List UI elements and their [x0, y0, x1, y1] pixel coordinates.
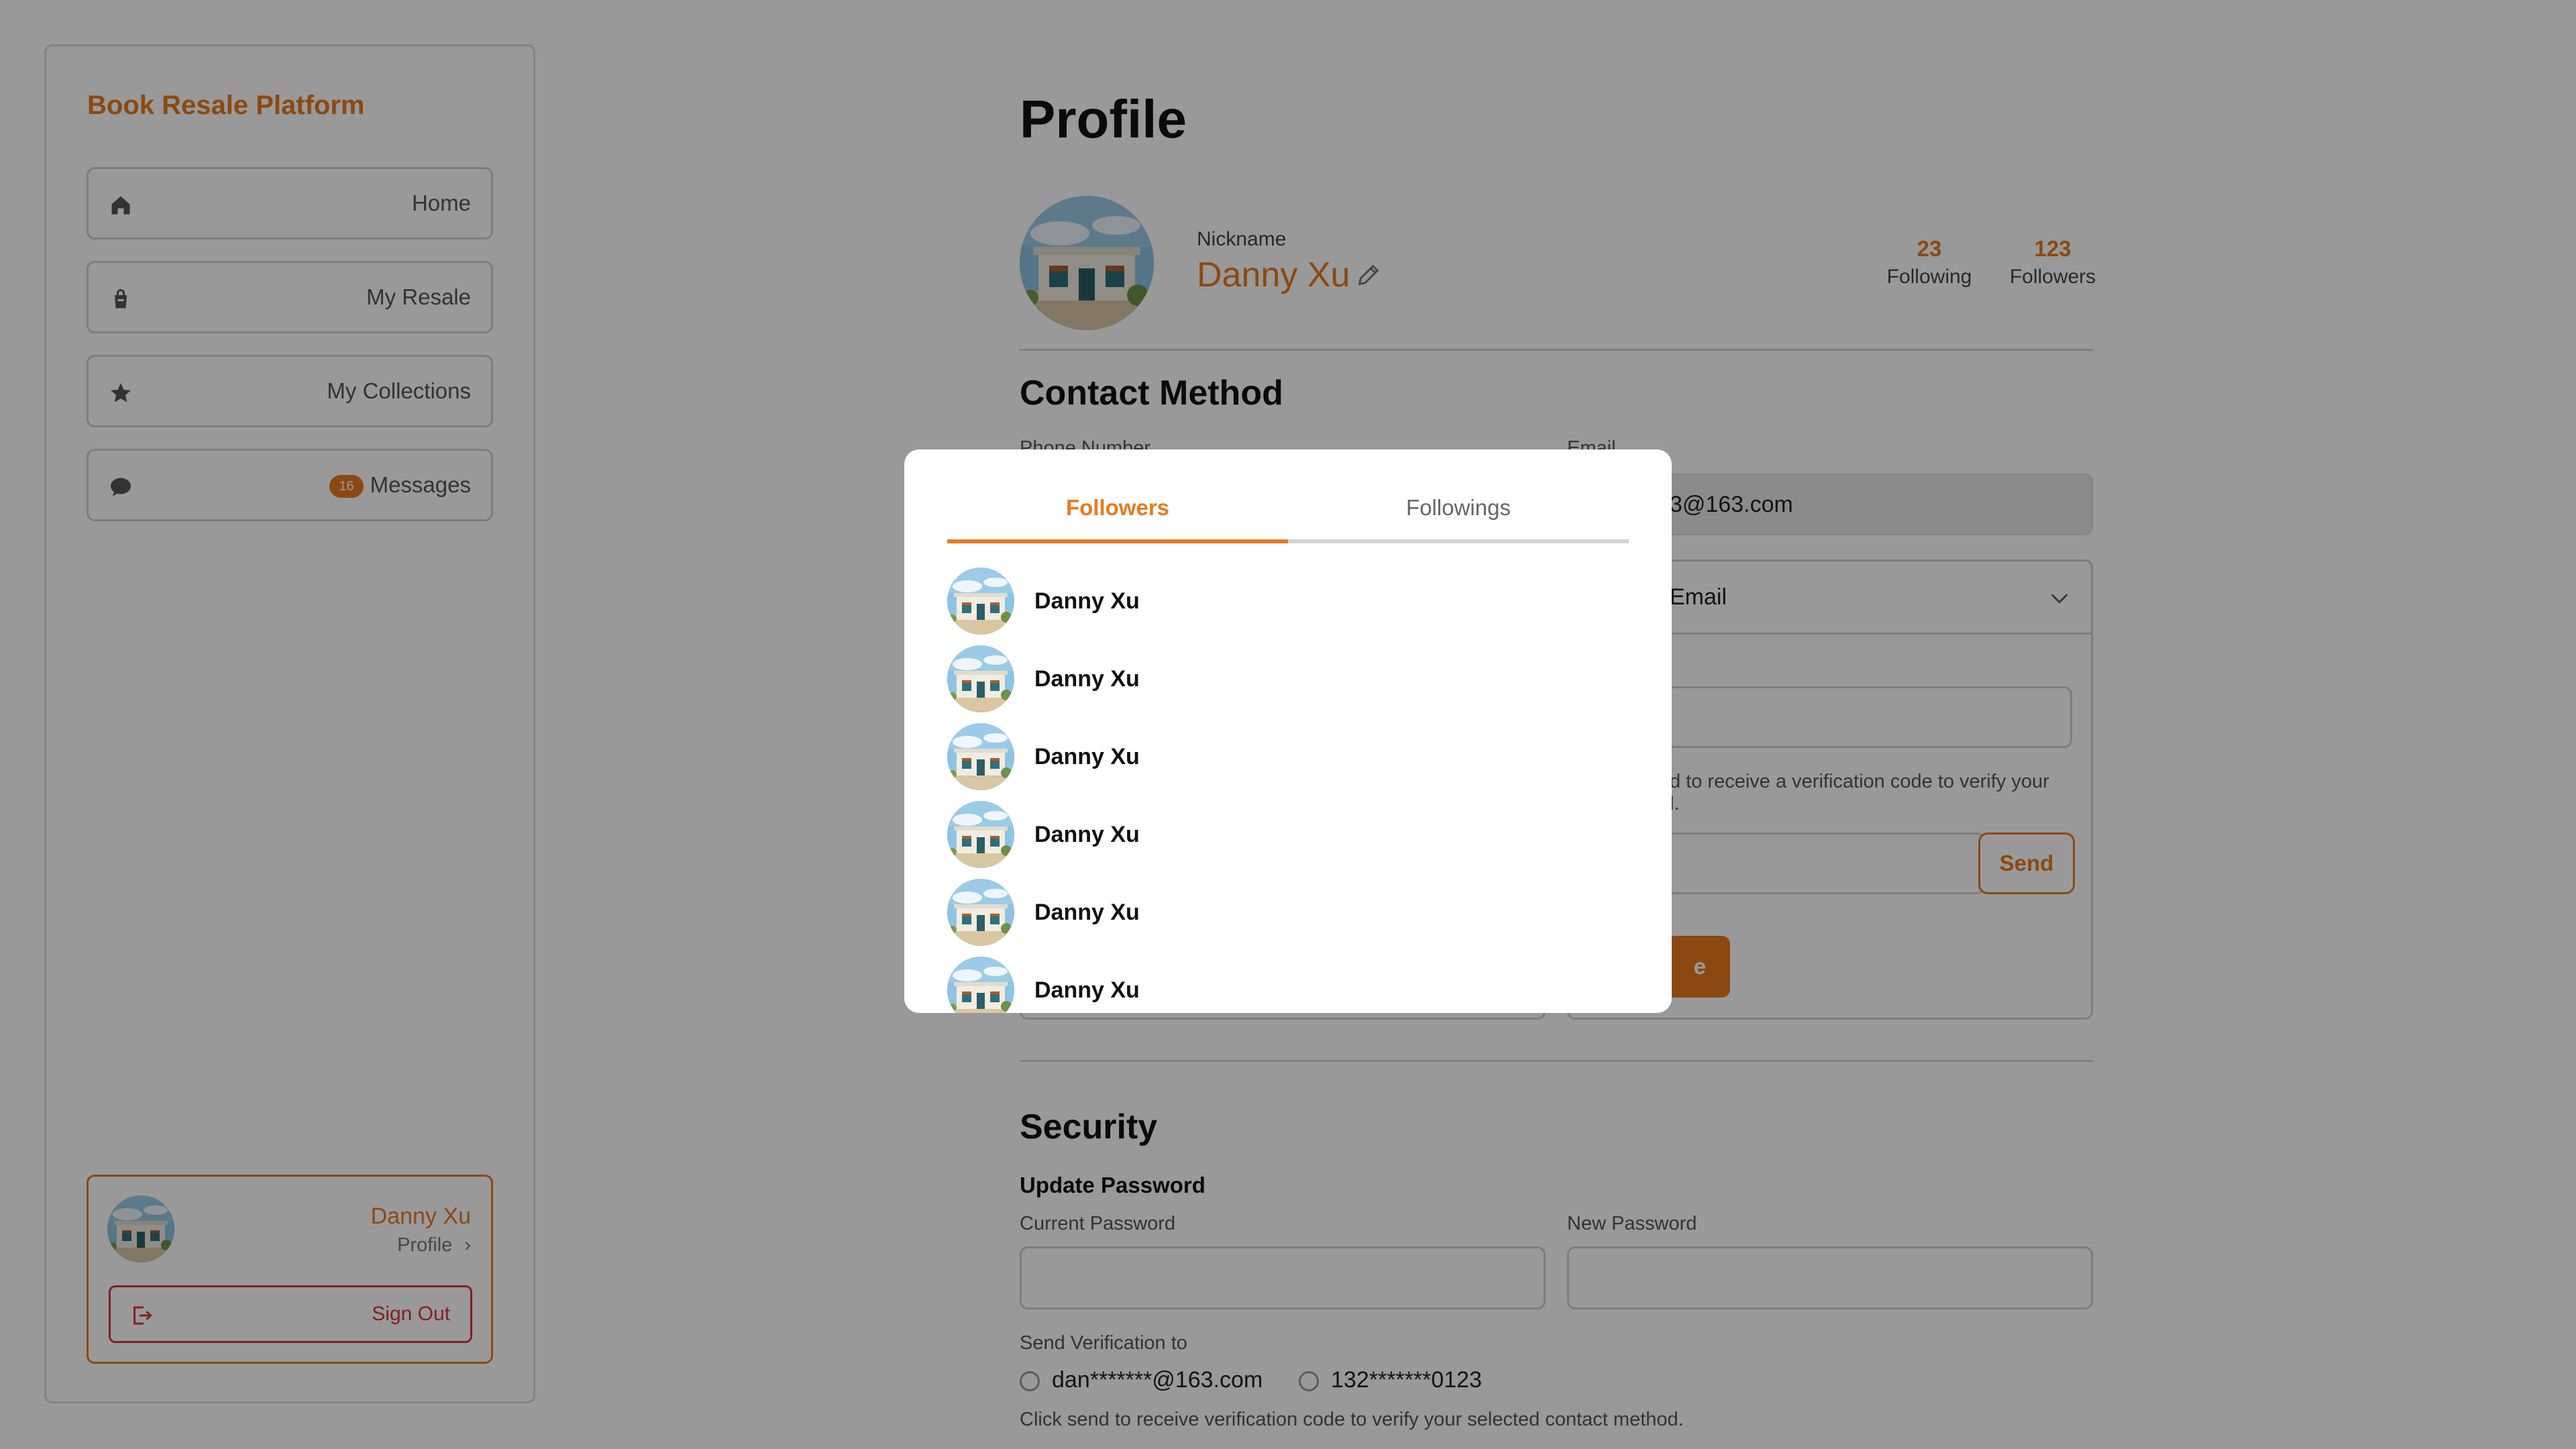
- list-item-name: Danny Xu: [1034, 900, 1140, 925]
- list-item-name: Danny Xu: [1034, 977, 1140, 1003]
- list-item-name: Danny Xu: [1034, 588, 1140, 614]
- list-item[interactable]: Danny Xu: [947, 568, 1618, 635]
- avatar: [947, 801, 1014, 868]
- list-item-name: Danny Xu: [1034, 666, 1140, 692]
- list-item-name: Danny Xu: [1034, 744, 1140, 769]
- avatar: [947, 568, 1014, 635]
- tab-active-indicator: [947, 539, 1288, 543]
- list-item[interactable]: Danny Xu: [947, 957, 1618, 1013]
- avatar: [947, 957, 1014, 1013]
- avatar: [947, 879, 1014, 946]
- tab-followings[interactable]: Followings: [1288, 495, 1629, 521]
- follow-modal: Followers Followings Danny Xu Danny Xu D…: [904, 449, 1672, 1013]
- list-item[interactable]: Danny Xu: [947, 801, 1618, 868]
- avatar: [947, 723, 1014, 790]
- avatar: [947, 645, 1014, 712]
- list-item[interactable]: Danny Xu: [947, 879, 1618, 946]
- list-item[interactable]: Danny Xu: [947, 723, 1618, 790]
- tab-followers[interactable]: Followers: [947, 495, 1288, 521]
- list-item-name: Danny Xu: [1034, 822, 1140, 847]
- list-item[interactable]: Danny Xu: [947, 645, 1618, 712]
